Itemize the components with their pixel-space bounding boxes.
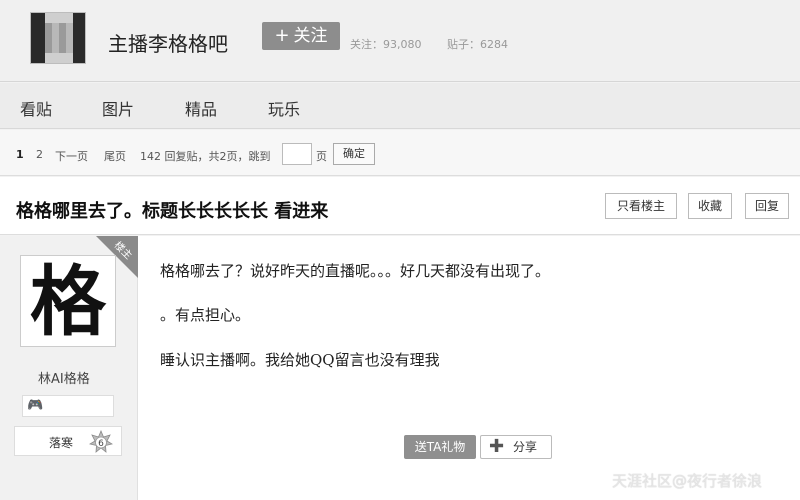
watermark: 天涯社区@夜行者徐浪 <box>612 472 763 490</box>
bar-title[interactable]: 主播李格格吧 <box>108 28 228 57</box>
bar-avatar[interactable] <box>30 12 86 64</box>
user-level[interactable]: 落寒 6 <box>14 426 122 456</box>
nav-item-fun[interactable]: 玩乐 <box>268 96 300 120</box>
level-title: 落寒 <box>49 436 74 450</box>
author-name[interactable]: 林AI格格 <box>38 368 90 387</box>
bar-header: 主播李格格吧 + 关注 关注：93,080 贴子：6284 <box>0 0 800 82</box>
plus-icon: ✚ <box>489 436 505 457</box>
avatar-character: 格 <box>30 257 106 346</box>
post-line-2: 。有点担心。 <box>160 306 251 324</box>
page-unit: 页 <box>316 150 327 163</box>
page-2[interactable]: 2 <box>36 148 43 161</box>
author-avatar[interactable]: 格 <box>20 255 116 347</box>
post-count: 贴子：6284 <box>447 38 508 51</box>
follow-count: 关注：93,080 <box>350 38 422 51</box>
reply-summary: 142 回复贴，共2页，跳到 <box>140 150 271 163</box>
bar-stats: 关注：93,080 贴子：6284 <box>350 36 530 52</box>
pagination: 1 2 下一页 尾页 142 回复贴，共2页，跳到 页 <box>0 130 800 176</box>
thread-title: 格格哪里去了。标题长长长长长 看进来 <box>16 201 329 222</box>
level-badge-icon: 6 <box>89 430 113 453</box>
nav-item-images[interactable]: 图片 <box>102 96 134 120</box>
next-page-link[interactable]: 下一页 <box>55 148 88 164</box>
gamepad-icon: 🎮 <box>27 398 44 413</box>
only-op-button[interactable]: 只看楼主 <box>605 193 677 219</box>
follow-label: 关注 <box>293 26 328 46</box>
plus-icon: + <box>274 25 290 46</box>
bar-nav: 看贴 图片 精品 玩乐 <box>0 83 800 129</box>
share-button[interactable]: ✚ 分享 <box>480 435 552 459</box>
avatar-mosaic <box>45 23 73 53</box>
reply-button[interactable]: 回复 <box>745 193 789 219</box>
nav-item-featured[interactable]: 精品 <box>185 96 217 120</box>
post-line-1: 格格哪去了？说好昨天的直播呢。。。好几天都没有出现了。 <box>160 262 551 280</box>
confirm-jump-button[interactable]: 确定 <box>333 143 375 165</box>
last-page-link[interactable]: 尾页 <box>104 148 126 164</box>
level-number: 6 <box>98 439 104 449</box>
page-1[interactable]: 1 <box>16 148 24 161</box>
thread-title-bar: 格格哪里去了。标题长长长长长 看进来 只看楼主 收藏 回复 <box>0 177 800 235</box>
page-jump-input[interactable] <box>282 143 312 165</box>
game-slot[interactable]: 🎮 <box>22 395 114 417</box>
share-label: 分享 <box>513 440 538 454</box>
follow-button[interactable]: + 关注 <box>262 22 340 50</box>
favorite-button[interactable]: 收藏 <box>688 193 732 219</box>
send-gift-button[interactable]: 送TA礼物 <box>404 435 476 459</box>
nav-item-posts[interactable]: 看贴 <box>20 96 52 120</box>
post-line-3: 睡认识主播啊。我给她QQ留言也没有理我 <box>160 351 440 369</box>
